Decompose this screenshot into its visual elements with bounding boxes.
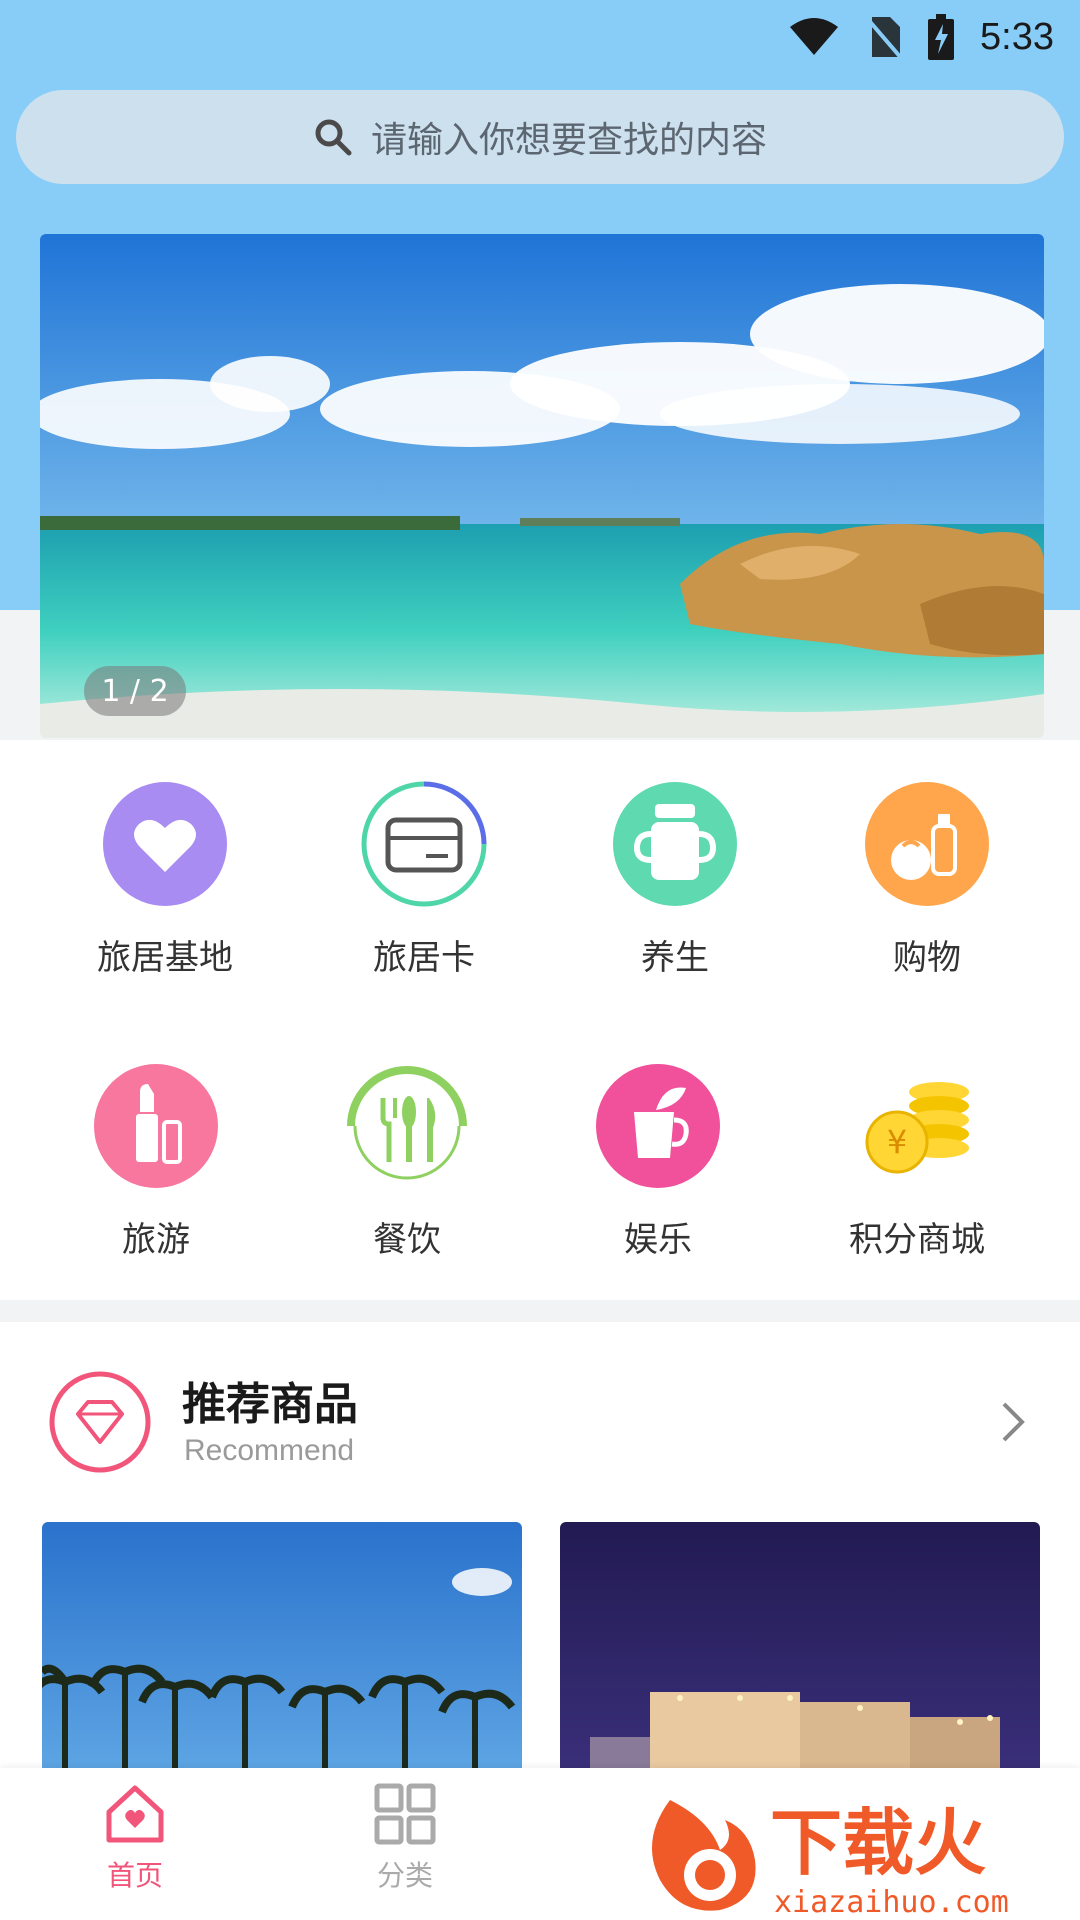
diamond-icon (49, 1371, 151, 1473)
heart-icon (103, 782, 227, 906)
category-label: 旅居基地 (97, 938, 233, 978)
card-icon (361, 781, 487, 907)
category-item-entertainment[interactable]: 娱乐 (558, 1062, 758, 1261)
product-card[interactable] (560, 1522, 1040, 1772)
watermark-title: 下载火 (770, 1801, 986, 1885)
search-bar[interactable]: 请输入你想要查找的内容 (16, 90, 1064, 184)
nav-tab-category[interactable]: 分类 (325, 1782, 485, 1894)
svg-text:¥: ¥ (887, 1123, 907, 1161)
recommend-subtitle: Recommend (184, 1434, 355, 1467)
search-icon (315, 119, 352, 156)
grid-icon (374, 1783, 436, 1845)
product-image-palm-resort (42, 1522, 522, 1772)
nav-tab-home[interactable]: 首页 (55, 1782, 215, 1894)
banner-page-indicator: 1 / 2 (84, 666, 186, 716)
banner-carousel[interactable]: 1 / 2 (40, 234, 1044, 738)
category-label: 娱乐 (624, 1220, 692, 1260)
section-divider (0, 1300, 1080, 1322)
category-label: 旅居卡 (373, 938, 475, 978)
category-grid: 旅居基地 旅居卡 养生 购物 旅游 餐饮 娱乐 ¥ 积分商城 (0, 740, 1080, 1300)
home-icon (106, 1785, 164, 1843)
nav-label: 首页 (106, 1859, 163, 1892)
status-bar: 5:33 (788, 12, 1054, 62)
category-label: 购物 (893, 938, 961, 978)
category-label: 养生 (641, 938, 709, 978)
cutlery-icon (347, 1066, 467, 1186)
shopping-icon (865, 782, 989, 906)
watermark-url: xiazaihuo.com (774, 1885, 1009, 1920)
search-placeholder: 请输入你想要查找的内容 (370, 120, 767, 161)
battery-charging-icon (928, 14, 955, 60)
clock: 5:33 (980, 15, 1054, 58)
recommend-title: 推荐商品 (182, 1379, 358, 1430)
category-label: 积分商城 (849, 1220, 985, 1260)
category-item-travel-card[interactable]: 旅居卡 (324, 780, 524, 979)
lipstick-icon (94, 1064, 218, 1188)
wifi-icon (790, 18, 839, 55)
home-screen: 5:33 请输入你想要查找的内容 1 / 2 旅居基地 旅居卡 养生 购物 旅游… (0, 0, 1080, 1920)
no-sim-icon (866, 15, 903, 59)
category-item-shopping[interactable]: 购物 (827, 780, 1027, 979)
product-image-night-hotel (560, 1522, 1040, 1772)
product-card[interactable] (42, 1522, 522, 1772)
coins-icon: ¥ (855, 1064, 979, 1188)
category-label: 餐饮 (373, 1220, 441, 1260)
category-item-travel-base[interactable]: 旅居基地 (65, 780, 265, 979)
category-label: 旅游 (122, 1220, 190, 1260)
category-item-points-mall[interactable]: ¥ 积分商城 (817, 1062, 1017, 1261)
cup-icon (613, 782, 737, 906)
watermark-logo: 下载火 xiazaihuo.com (652, 1800, 1009, 1920)
chevron-right-icon[interactable] (998, 1400, 1028, 1444)
category-item-dining[interactable]: 餐饮 (307, 1062, 507, 1261)
drink-icon (596, 1064, 720, 1188)
category-item-tourism[interactable]: 旅游 (56, 1062, 256, 1261)
banner-beach-image (40, 234, 1044, 738)
nav-label: 分类 (376, 1859, 433, 1892)
category-item-health[interactable]: 养生 (575, 780, 775, 979)
